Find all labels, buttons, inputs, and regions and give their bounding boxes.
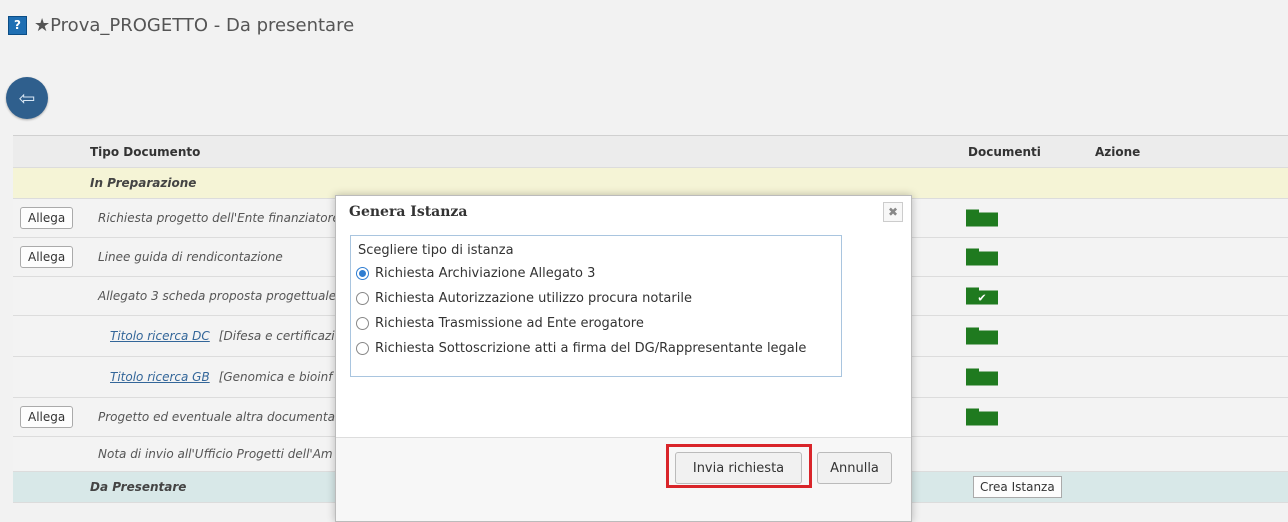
document-subtitle: [Genomica e bioinf [218, 370, 333, 384]
folder-icon[interactable] [966, 248, 998, 266]
table-header: Tipo Documento Documenti Azione [13, 136, 1288, 168]
option-label: Richiesta Autorizzazione utilizzo procur… [375, 291, 692, 306]
header-documenti[interactable]: Documenti [968, 136, 1041, 167]
radio-button[interactable] [356, 267, 369, 280]
close-icon[interactable]: ✖ [883, 202, 903, 222]
back-button[interactable]: ⇦ [6, 77, 48, 119]
folder-icon[interactable] [966, 209, 998, 227]
option-autorizzazione[interactable]: Richiesta Autorizzazione utilizzo procur… [356, 291, 692, 306]
option-trasmissione[interactable]: Richiesta Trasmissione ad Ente erogatore [356, 316, 644, 331]
crea-istanza-button[interactable]: Crea Istanza [973, 476, 1062, 498]
allega-button[interactable]: Allega [20, 406, 74, 428]
document-type: Progetto ed eventuale altra documentaz [98, 410, 342, 424]
dialog-footer: Invia richiesta Annulla [336, 437, 911, 521]
genera-istanza-dialog: Genera Istanza ✖ Scegliere tipo di istan… [335, 195, 912, 522]
page-header: ? ★Prova_PROGETTO - Da presentare [8, 8, 354, 42]
option-label: Richiesta Sottoscrizione atti a firma de… [375, 341, 807, 356]
help-icon[interactable]: ? [8, 15, 27, 35]
radio-button[interactable] [356, 342, 369, 355]
folder-icon[interactable] [966, 368, 998, 386]
allega-button[interactable]: Allega [20, 246, 74, 268]
checkmark-icon: ✔ [977, 291, 987, 304]
option-archiviazione[interactable]: Richiesta Archiviazione Allegato 3 [356, 266, 595, 281]
radio-button[interactable] [356, 317, 369, 330]
section-label: Da Presentare [90, 480, 187, 494]
folder-icon[interactable] [966, 408, 998, 426]
document-subtitle: [Difesa e certificazi [218, 329, 335, 343]
option-label: Richiesta Archiviazione Allegato 3 [375, 266, 596, 281]
ricerca-link[interactable]: Titolo ricerca GB [110, 370, 210, 384]
folder-checked-icon[interactable]: ✔ [966, 287, 998, 305]
document-type: Allegato 3 scheda proposta progettuale [98, 289, 337, 303]
ricerca-link[interactable]: Titolo ricerca DC [110, 329, 210, 343]
option-label: Richiesta Trasmissione ad Ente erogatore [375, 316, 644, 331]
document-type: Linee guida di rendicontazione [98, 250, 283, 264]
instance-type-group: Scegliere tipo di istanza Richiesta Arch… [350, 235, 842, 377]
page-title: ★Prova_PROGETTO - Da presentare [34, 14, 355, 36]
header-tipo-documento[interactable]: Tipo Documento [90, 136, 200, 167]
document-type: Richiesta progetto dell'Ente finanziator… [98, 211, 340, 225]
dialog-title: Genera Istanza [349, 204, 468, 220]
back-arrow-icon: ⇦ [18, 86, 36, 110]
option-sottoscrizione[interactable]: Richiesta Sottoscrizione atti a firma de… [356, 341, 806, 356]
annulla-button[interactable]: Annulla [817, 452, 892, 484]
radio-button[interactable] [356, 292, 369, 305]
document-type: Nota di invio all'Ufficio Progetti dell'… [98, 447, 333, 461]
group-caption: Scegliere tipo di istanza [358, 243, 514, 258]
header-azione[interactable]: Azione [1095, 136, 1140, 167]
folder-icon[interactable] [966, 327, 998, 345]
allega-button[interactable]: Allega [20, 207, 74, 229]
invia-richiesta-button[interactable]: Invia richiesta [675, 452, 802, 484]
section-label: In Preparazione [90, 176, 197, 190]
